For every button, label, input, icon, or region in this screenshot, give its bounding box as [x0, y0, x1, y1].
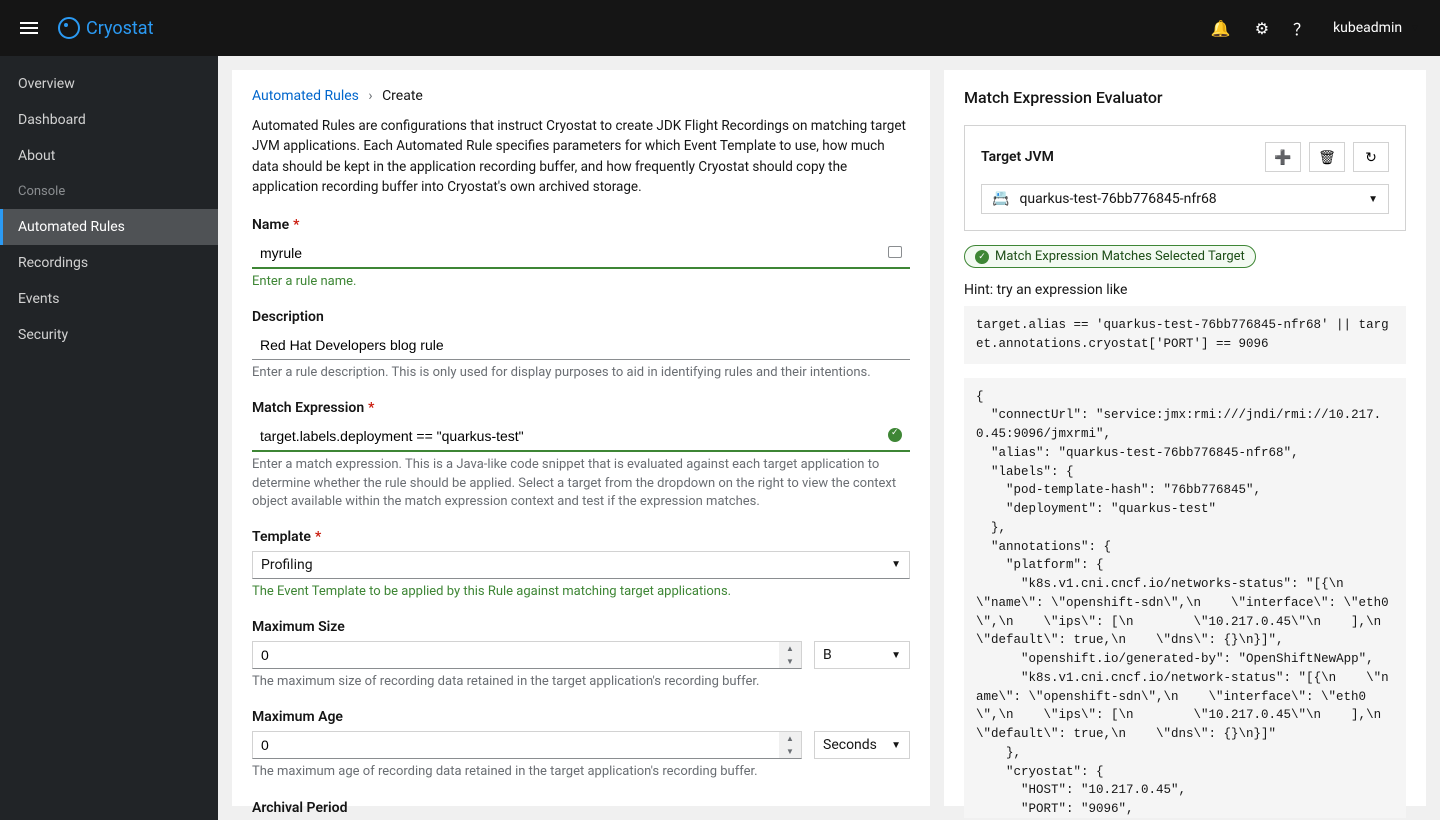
hint-label: Hint: try an expression like: [964, 282, 1406, 298]
sidebar: OverviewDashboardAbout Console Automated…: [0, 56, 218, 820]
template-select[interactable]: Profiling ▼: [252, 551, 910, 579]
breadcrumb-parent[interactable]: Automated Rules: [252, 88, 359, 104]
brand-text: Cryostat: [86, 18, 153, 39]
target-jvm-label: Target JVM: [981, 149, 1054, 165]
sidebar-section-console: Console: [0, 174, 218, 209]
max-size-unit-select[interactable]: B▼: [814, 641, 910, 669]
create-rule-form: Automated Rules › Create Automated Rules…: [232, 70, 930, 806]
stepper-down[interactable]: ▼: [779, 655, 801, 668]
stepper-up[interactable]: ▲: [779, 642, 801, 655]
delete-target-button[interactable]: 🗑: [1309, 142, 1345, 172]
brand-logo[interactable]: Cryostat: [58, 17, 153, 39]
keyboard-icon: [888, 246, 902, 258]
refresh-icon: ↻: [1365, 149, 1377, 166]
sidebar-item-automated-rules[interactable]: Automated Rules: [0, 209, 218, 245]
max-size-helper: The maximum size of recording data retai…: [252, 673, 910, 691]
description-input[interactable]: [252, 331, 910, 360]
match-expression-label: Match Expression*: [252, 400, 910, 416]
intro-text: Automated Rules are configurations that …: [252, 116, 910, 197]
match-success-badge: Match Expression Matches Selected Target: [964, 245, 1256, 268]
evaluator-title: Match Expression Evaluator: [964, 88, 1406, 107]
name-label: Name*: [252, 217, 910, 233]
plus-circle-icon: ➕: [1274, 149, 1291, 166]
sidebar-item-events[interactable]: Events: [0, 281, 218, 317]
max-size-input[interactable]: [252, 641, 802, 669]
top-header: Cryostat 🔔 ⚙ ？ kubeadmin ▼: [0, 0, 1440, 56]
breadcrumb: Automated Rules › Create: [252, 88, 910, 104]
max-age-label: Maximum Age: [252, 709, 910, 725]
caret-down-icon: ▼: [1410, 23, 1420, 34]
match-expression-evaluator: Match Expression Evaluator Target JVM ➕ …: [944, 70, 1426, 806]
sidebar-item-dashboard[interactable]: Dashboard: [0, 102, 218, 138]
add-target-button[interactable]: ➕: [1265, 142, 1301, 172]
match-expression-helper: Enter a match expression. This is a Java…: [252, 456, 910, 511]
trash-icon: 🗑: [1318, 149, 1336, 166]
name-input[interactable]: [252, 239, 910, 267]
chevron-right-icon: ›: [368, 88, 372, 104]
name-helper: Enter a rule name.: [252, 273, 910, 291]
max-age-helper: The maximum age of recording data retain…: [252, 763, 910, 781]
target-jvm-select[interactable]: 📇 quarkus-test-76bb776845-nfr68 ▼: [981, 184, 1389, 214]
max-size-label: Maximum Size: [252, 619, 910, 635]
archival-label: Archival Period: [252, 800, 910, 816]
gear-icon[interactable]: ⚙: [1255, 19, 1269, 38]
username: kubeadmin: [1333, 20, 1402, 36]
sidebar-item-security[interactable]: Security: [0, 317, 218, 353]
sidebar-item-overview[interactable]: Overview: [0, 66, 218, 102]
caret-down-icon: ▼: [1368, 194, 1378, 205]
max-age-input[interactable]: [252, 731, 802, 759]
container-icon: 📇: [992, 191, 1009, 207]
hamburger-icon[interactable]: [20, 22, 38, 34]
template-label: Template*: [252, 529, 910, 545]
refresh-target-button[interactable]: ↻: [1353, 142, 1389, 172]
bell-icon[interactable]: 🔔: [1211, 19, 1231, 38]
description-label: Description: [252, 309, 910, 325]
breadcrumb-current: Create: [382, 88, 423, 104]
target-json: { "connectUrl": "service:jmx:rmi:///jndi…: [964, 378, 1406, 818]
template-helper: The Event Template to be applied by this…: [252, 583, 910, 601]
help-icon[interactable]: ？: [1293, 16, 1309, 40]
caret-down-icon: ▼: [891, 559, 901, 570]
user-menu[interactable]: kubeadmin ▼: [1333, 20, 1420, 36]
stepper-down[interactable]: ▼: [779, 745, 801, 758]
sidebar-item-recordings[interactable]: Recordings: [0, 245, 218, 281]
description-helper: Enter a rule description. This is only u…: [252, 364, 910, 382]
stepper-up[interactable]: ▲: [779, 732, 801, 745]
sidebar-item-about[interactable]: About: [0, 138, 218, 174]
match-expression-input[interactable]: [252, 422, 910, 450]
cryostat-logo-icon: [58, 17, 80, 39]
max-age-unit-select[interactable]: Seconds▼: [814, 731, 910, 759]
hint-expression: target.alias == 'quarkus-test-76bb776845…: [964, 306, 1406, 364]
